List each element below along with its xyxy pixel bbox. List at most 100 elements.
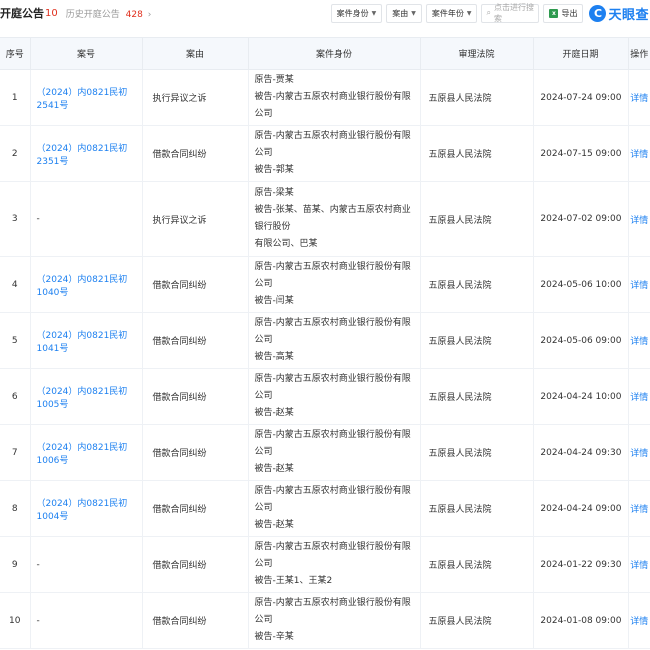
table-row: 7 （2024）内0821民初1006号 借款合同纠纷 原告-内蒙古五原农村商业银行股…	[0, 424, 650, 481]
case-number-link[interactable]: （2024）内0821民初1004号	[30, 480, 143, 537]
table-row: 10- 借款合同纠纷 原告-内蒙古五原农村商业银行股份有限公司 被告-辛某 五原县人民法…	[0, 592, 650, 649]
export-label: 导出	[561, 8, 578, 18]
history-count: 428	[125, 9, 143, 20]
search-input[interactable]: ⌕ 点击进行搜索	[481, 3, 540, 23]
case-number-link[interactable]: （2024）内0821民初1040号	[30, 256, 143, 313]
party-line: 原告-内蒙古五原农村商业银行股份有限公司	[254, 131, 411, 158]
details-link[interactable]: 详情	[628, 69, 650, 126]
party-line: 原告-内蒙古五原农村商业银行股份有限公司	[254, 430, 411, 457]
details-link[interactable]: 详情	[628, 181, 650, 257]
hearing-date: 2024-05-06 10:00	[533, 256, 629, 313]
party-line: 被告-内蒙古五原农村商业银行股份有限公司	[254, 92, 411, 119]
top-bar: 开庭公告 10 历史开庭公告 428 › 案件身份 ▼ 案由 ▼ 案件年份 ▼ …	[0, 0, 650, 26]
col-header-court: 审理法院	[420, 37, 534, 70]
caret-down-icon: ▼	[466, 9, 472, 17]
table-row: 6 （2024）内0821民初1005号 借款合同纠纷 原告-内蒙古五原农村商业银行股…	[0, 368, 650, 425]
case-cause: 执行异议之诉	[142, 69, 249, 126]
hearing-date: 2024-01-22 09:30	[533, 536, 629, 593]
hearing-table: 序号 案号 案由 案件身份 审理法院 开庭日期 操作 1 （2024）内0821民…	[0, 37, 650, 649]
case-cause: 借款合同纠纷	[142, 536, 249, 593]
court-name: 五原县人民法院	[420, 536, 534, 593]
case-cause: 执行异议之诉	[142, 181, 249, 257]
case-parties: 原告-内蒙古五原农村商业银行股份有限公司被告-郭某	[248, 125, 421, 182]
col-header-index: 序号	[0, 37, 31, 70]
col-header-case-no: 案号	[30, 37, 143, 70]
hearing-date: 2024-04-24 09:30	[533, 424, 629, 481]
party-line: 被告-辛某	[254, 632, 294, 642]
table-row: 3- 执行异议之诉 原告-梁某 被告-张某、苗某、内蒙古五原农村商业银行股份 有限公司、…	[0, 181, 650, 257]
details-link[interactable]: 详情	[628, 125, 650, 182]
case-cause: 借款合同纠纷	[142, 480, 249, 537]
filter-role-dropdown[interactable]: 案件身份 ▼	[330, 3, 383, 23]
history-link[interactable]: 历史开庭公告 428 ›	[66, 7, 152, 20]
case-number-link[interactable]: （2024）内0821民初1041号	[30, 312, 143, 369]
case-number-link[interactable]: （2024）内0821民初2351号	[30, 125, 143, 182]
col-header-action: 操作	[628, 37, 650, 70]
party-line: 被告-闫某	[254, 296, 294, 306]
details-link[interactable]: 详情	[628, 368, 650, 425]
party-line: 原告-梁某	[254, 188, 294, 198]
caret-down-icon: ▼	[371, 9, 377, 17]
table-header-row: 序号 案号 案由 案件身份 审理法院 开庭日期 操作	[0, 37, 650, 70]
case-number: -	[30, 181, 143, 257]
case-cause: 借款合同纠纷	[142, 592, 249, 649]
filter-role-label: 案件身份	[336, 8, 369, 18]
filter-cause-label: 案由	[392, 8, 409, 18]
party-line: 原告-内蒙古五原农村商业银行股份有限公司	[254, 262, 411, 289]
table-row: 8 （2024）内0821民初1004号 借款合同纠纷 原告-内蒙古五原农村商业银行股…	[0, 480, 650, 537]
table-row: 4 （2024）内0821民初1040号 借款合同纠纷 原告-内蒙古五原农村商业银行股…	[0, 256, 650, 313]
party-line: 原告-贾某	[254, 75, 294, 85]
case-parties: 原告-内蒙古五原农村商业银行股份有限公司被告-王某1、王某2	[248, 536, 421, 593]
hearing-date: 2024-07-15 09:00	[533, 125, 629, 182]
row-index: 4	[0, 256, 31, 313]
details-link[interactable]: 详情	[628, 536, 650, 593]
row-index: 10	[0, 592, 31, 649]
filter-year-dropdown[interactable]: 案件年份 ▼	[425, 3, 478, 23]
party-line: 原告-内蒙古五原农村商业银行股份有限公司	[254, 542, 411, 569]
court-name: 五原县人民法院	[420, 424, 534, 481]
court-name: 五原县人民法院	[420, 181, 534, 257]
case-number-link[interactable]: （2024）内0821民初1005号	[30, 368, 143, 425]
search-placeholder: 点击进行搜索	[493, 3, 534, 23]
logo-text: 天眼查	[608, 7, 649, 23]
court-name: 五原县人民法院	[420, 368, 534, 425]
details-link[interactable]: 详情	[628, 480, 650, 537]
row-index: 2	[0, 125, 31, 182]
party-line: 被告-郭某	[254, 165, 294, 175]
hearing-date: 2024-05-06 09:00	[533, 312, 629, 369]
row-index: 5	[0, 312, 31, 369]
case-parties: 原告-内蒙古五原农村商业银行股份有限公司 被告-赵某	[248, 368, 421, 425]
row-index: 8	[0, 480, 31, 537]
party-line: 被告-高某	[254, 352, 294, 362]
case-parties: 原告-内蒙古五原农村商业银行股份有限公司 被告-辛某	[248, 592, 421, 649]
details-link[interactable]: 详情	[628, 256, 650, 313]
party-line: 被告-赵某	[254, 408, 294, 418]
details-link[interactable]: 详情	[628, 592, 650, 649]
case-number-link[interactable]: （2024）内0821民初2541号	[30, 69, 143, 126]
details-link[interactable]: 详情	[628, 424, 650, 481]
row-index: 9	[0, 536, 31, 593]
case-number-link[interactable]: （2024）内0821民初1006号	[30, 424, 143, 481]
court-name: 五原县人民法院	[420, 592, 534, 649]
case-cause: 借款合同纠纷	[142, 125, 249, 182]
details-link[interactable]: 详情	[628, 312, 650, 369]
export-button[interactable]: x 导出	[543, 3, 584, 23]
case-parties: 原告-内蒙古五原农村商业银行股份有限公司 被告-高某	[248, 312, 421, 369]
caret-down-icon: ▼	[411, 9, 416, 17]
case-parties: 原告-内蒙古五原农村商业银行股份有限公司 被告-赵某	[248, 480, 421, 537]
table-row: 2 （2024）内0821民初2351号 借款合同纠纷 原告-内蒙古五原农村商业银行股…	[0, 125, 650, 182]
party-line: 被告-王某1、王某2	[254, 576, 333, 586]
case-cause: 借款合同纠纷	[142, 312, 249, 369]
filter-cause-dropdown[interactable]: 案由 ▼	[386, 3, 422, 23]
party-line: 被告-赵某	[254, 520, 294, 530]
case-number: -	[30, 536, 143, 593]
case-parties: 原告-内蒙古五原农村商业银行股份有限公司被告-闫某	[248, 256, 421, 313]
hearing-date: 2024-07-24 09:00	[533, 69, 629, 126]
table-row: 1 （2024）内0821民初2541号 执行异议之诉 原告-贾某 被告-内蒙古五原农村…	[0, 69, 650, 126]
chevron-right-icon: ›	[147, 9, 152, 20]
row-index: 3	[0, 181, 31, 257]
party-line: 有限公司、巴某	[254, 239, 318, 249]
col-header-cause: 案由	[142, 37, 249, 70]
col-header-parties: 案件身份	[248, 37, 421, 70]
section-count: 10	[45, 7, 58, 19]
